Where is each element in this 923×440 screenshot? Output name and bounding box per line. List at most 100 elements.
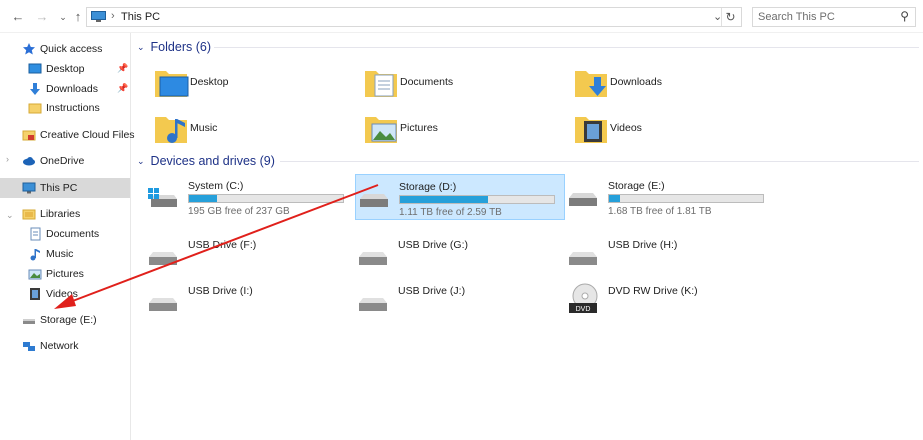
nav-label: Desktop	[46, 63, 85, 75]
nav-creative-cloud[interactable]: Creative Cloud Files	[22, 126, 135, 144]
forward-arrow-icon[interactable]: →	[34, 9, 50, 25]
drive-tile-c[interactable]: System (C:) 195 GB free of 237 GB	[145, 174, 355, 220]
drive-tile-d[interactable]: Storage (D:) 1.11 TB free of 2.59 TB	[355, 174, 565, 220]
nav-instructions[interactable]: Instructions	[28, 99, 100, 117]
nav-library-documents[interactable]: Documents	[28, 225, 99, 243]
drive-name: System (C:)	[188, 180, 244, 192]
folder-label: Music	[190, 122, 218, 134]
nav-label: This PC	[40, 182, 78, 194]
drive-icon	[22, 313, 36, 327]
drive-tile-e[interactable]: Storage (E:) 1.68 TB free of 1.81 TB	[565, 174, 775, 220]
group-divider	[214, 47, 919, 48]
usb-drive-icon	[359, 298, 387, 311]
usb-drive-icon	[359, 252, 387, 265]
nav-desktop[interactable]: Desktop	[28, 60, 85, 78]
drive-name: Storage (E:)	[608, 180, 665, 192]
drive-tile-j[interactable]: USB Drive (J:)	[355, 279, 565, 325]
onedrive-cloud-icon	[22, 154, 36, 168]
nav-onedrive[interactable]: OneDrive	[22, 152, 84, 170]
navigation-pane: Quick access Desktop 📌 Downloads 📌 Instr…	[0, 33, 135, 440]
group-divider	[280, 161, 919, 162]
nav-library-music[interactable]: Music	[28, 245, 73, 263]
drive-name: USB Drive (J:)	[398, 285, 466, 297]
drive-tile-f[interactable]: USB Drive (F:)	[145, 233, 355, 279]
recent-locations-chevron-icon[interactable]: ⌄	[55, 9, 71, 25]
pin-icon[interactable]: 📌	[117, 63, 128, 74]
creative-cloud-folder-icon	[22, 128, 36, 142]
nav-library-videos[interactable]: Videos	[28, 285, 78, 303]
libraries-folder-icon	[22, 207, 36, 221]
drive-usage-fill	[189, 195, 217, 202]
folder-label: Desktop	[190, 76, 229, 88]
drive-free-space: 1.68 TB free of 1.81 TB	[608, 206, 712, 217]
drives-group-header[interactable]: ⌄ Devices and drives (9)	[137, 153, 275, 169]
group-title: Folders (6)	[150, 40, 211, 54]
nav-quick-access[interactable]: Quick access	[22, 40, 102, 58]
folder-tile-documents[interactable]: Documents	[364, 65, 453, 99]
folder-tile-desktop[interactable]: Desktop	[154, 65, 229, 99]
nav-label: Music	[46, 248, 74, 260]
nav-label: OneDrive	[40, 155, 85, 167]
refresh-icon[interactable]: ↻	[721, 8, 739, 26]
nav-label: Documents	[46, 228, 100, 240]
folder-label: Documents	[400, 76, 454, 88]
search-input[interactable]	[758, 10, 888, 24]
folder-tile-pictures[interactable]: Pictures	[364, 111, 438, 145]
usb-drive-icon	[569, 252, 597, 265]
expand-chevron-icon[interactable]: ›	[6, 154, 9, 164]
computer-icon	[91, 11, 106, 22]
drive-usage-fill	[400, 196, 488, 203]
usb-drive-icon	[149, 298, 177, 311]
drive-name: USB Drive (H:)	[608, 239, 678, 251]
folder-tile-videos[interactable]: Videos	[574, 111, 642, 145]
search-icon[interactable]: ⚲	[900, 9, 909, 23]
nav-label: Videos	[46, 288, 78, 300]
folder-icon	[28, 101, 42, 115]
folder-label: Videos	[610, 122, 642, 134]
nav-library-pictures[interactable]: Pictures	[28, 265, 84, 283]
videos-folder-icon	[575, 117, 607, 143]
documents-icon	[28, 227, 42, 241]
drive-icon	[360, 194, 388, 207]
expand-chevron-icon[interactable]: ⌄	[6, 210, 14, 221]
drive-usage-bar	[608, 194, 764, 203]
video-film-icon	[28, 287, 42, 301]
up-arrow-icon[interactable]: ↑	[70, 9, 86, 25]
collapse-chevron-icon[interactable]: ⌄	[137, 156, 145, 167]
computer-icon	[22, 181, 36, 195]
nav-this-pc[interactable]: This PC	[0, 178, 130, 198]
pictures-folder-icon	[365, 117, 397, 143]
nav-label: Creative Cloud Files	[40, 129, 135, 141]
dvd-drive-icon: DVD	[569, 283, 598, 313]
folder-label: Downloads	[610, 76, 662, 88]
address-toolbar: ← → ⌄ ↑ › This PC ⌄ ↻ ⚲	[0, 0, 923, 33]
folder-tile-downloads[interactable]: Downloads	[574, 65, 662, 99]
address-field[interactable]: › This PC ⌄ ↻	[86, 7, 742, 27]
collapse-chevron-icon[interactable]: ⌄	[137, 42, 145, 53]
drive-tile-h[interactable]: USB Drive (H:)	[565, 233, 775, 279]
windows-drive-icon	[148, 188, 177, 207]
search-box[interactable]: ⚲	[752, 7, 916, 27]
nav-label: Pictures	[46, 268, 84, 280]
drive-tile-g[interactable]: USB Drive (G:)	[355, 233, 565, 279]
nav-libraries[interactable]: Libraries	[22, 205, 80, 223]
back-arrow-icon[interactable]: ←	[10, 9, 26, 25]
star-icon	[22, 42, 36, 56]
drive-tile-i[interactable]: USB Drive (I:)	[145, 279, 355, 325]
drive-tile-k[interactable]: DVD DVD RW Drive (K:)	[565, 279, 775, 325]
nav-network[interactable]: Network	[22, 337, 79, 355]
desktop-folder-icon	[155, 71, 189, 97]
drive-usage-bar	[188, 194, 344, 203]
usb-drive-icon	[149, 252, 177, 265]
nav-storage-e[interactable]: Storage (E:)	[22, 311, 97, 329]
nav-label: Network	[40, 340, 79, 352]
drive-usage-bar	[399, 195, 555, 204]
nav-label: Instructions	[46, 102, 100, 114]
breadcrumb-path[interactable]: This PC	[121, 11, 160, 23]
folder-tile-music[interactable]: Music	[154, 111, 217, 145]
nav-downloads[interactable]: Downloads	[28, 80, 98, 98]
nav-label: Quick access	[40, 43, 103, 55]
desktop-icon	[28, 62, 42, 76]
folders-group-header[interactable]: ⌄ Folders (6)	[137, 39, 211, 55]
pin-icon[interactable]: 📌	[117, 83, 128, 94]
